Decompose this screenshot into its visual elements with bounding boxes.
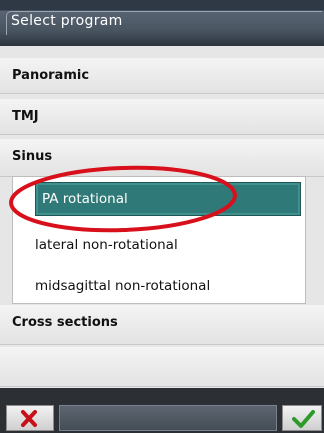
sinus-options-list: PA rotational lateral non-rotational mid… [12,176,306,304]
bottom-bar [0,388,324,433]
category-cross-sections[interactable]: Cross sections [0,305,324,345]
category-sinus[interactable]: Sinus [0,139,324,177]
cancel-button[interactable] [6,405,54,431]
info-field [59,405,277,431]
ok-button[interactable] [282,405,322,431]
category-label: Cross sections [12,315,118,330]
empty-row [0,347,324,387]
select-program-dialog: Select program Panoramic TMJ Sinus PA ro… [0,0,324,433]
category-tmj[interactable]: TMJ [0,99,324,135]
category-label: Panoramic [12,68,90,83]
option-midsagittal-non-rotational[interactable]: midsagittal non-rotational [35,278,210,294]
option-pa-rotational[interactable]: PA rotational [35,182,301,216]
option-lateral-non-rotational[interactable]: lateral non-rotational [35,237,178,253]
x-icon [21,410,37,427]
category-label: TMJ [12,109,39,124]
checkmark-icon [292,410,315,428]
category-panoramic[interactable]: Panoramic [0,58,324,94]
option-label: PA rotational [42,191,128,207]
dialog-title: Select program [11,13,123,29]
category-label: Sinus [12,149,53,164]
title-bar: Select program [0,0,324,46]
